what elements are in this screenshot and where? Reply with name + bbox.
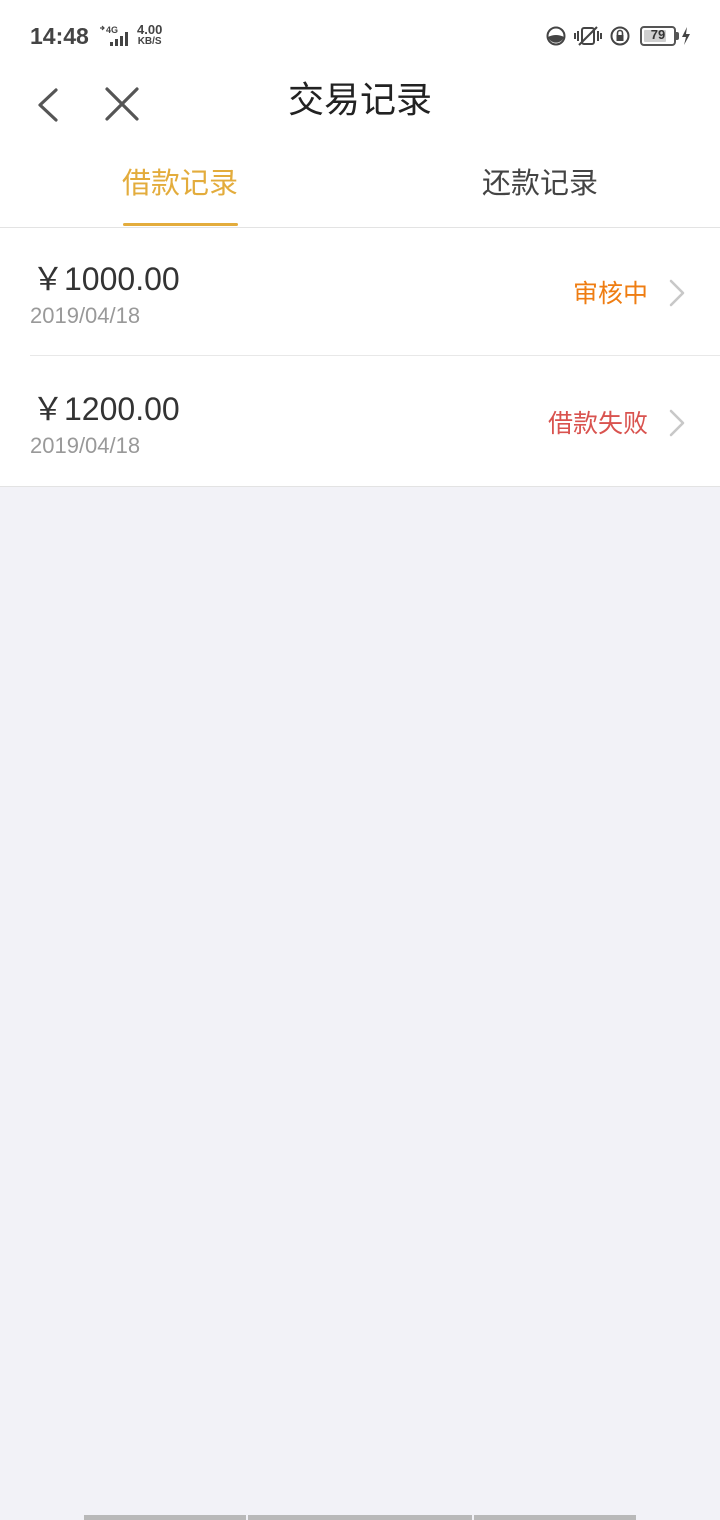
record-amount: ￥1200.00 xyxy=(32,391,180,427)
network-speed: 4.00 KB/S xyxy=(137,22,163,48)
signal-icon: 4G xyxy=(100,25,128,46)
status-time: 14:48 xyxy=(30,23,89,49)
record-tabs: 借款记录 还款记录 xyxy=(0,142,720,228)
status-bar: 14:48 4G 4.00 KB/S 79 xyxy=(0,0,720,72)
navigation-bar: 交易记录 xyxy=(0,72,720,142)
list-item[interactable]: ￥1200.00 2019/04/18 借款失败 xyxy=(0,358,720,486)
record-date: 2019/04/18 xyxy=(30,303,141,328)
data-saver-icon xyxy=(546,26,566,46)
rotation-lock-icon xyxy=(610,26,630,46)
row-divider xyxy=(30,355,720,356)
list-item[interactable]: ￥1000.00 2019/04/18 审核中 xyxy=(0,228,720,356)
network-speed-value: 4.00 xyxy=(137,22,163,37)
record-date: 2019/04/18 xyxy=(30,433,141,458)
record-list: ￥1000.00 2019/04/18 审核中 ￥1200.00 2019/04… xyxy=(0,228,720,487)
charging-icon xyxy=(682,27,690,45)
network-speed-unit: KB/S xyxy=(137,36,162,47)
vibrate-icon xyxy=(574,26,602,46)
home-indicator-segment xyxy=(474,1515,636,1520)
home-indicator-segment xyxy=(248,1515,472,1520)
chevron-right-icon xyxy=(669,409,685,437)
record-amount: ￥1000.00 xyxy=(32,261,180,297)
active-tab-indicator xyxy=(123,223,238,226)
battery-cap xyxy=(676,32,679,40)
battery-icon: 79 xyxy=(640,26,676,46)
chevron-right-icon xyxy=(669,279,685,307)
battery-level: 79 xyxy=(650,27,666,42)
record-status: 借款失败 xyxy=(547,409,648,438)
page-title: 交易记录 xyxy=(287,80,432,121)
home-indicator-segment xyxy=(84,1515,246,1520)
record-status: 审核中 xyxy=(572,279,648,308)
network-type-label: 4G xyxy=(106,25,118,35)
tab-borrow-records[interactable]: 借款记录 xyxy=(0,142,360,226)
tab-repay-records[interactable]: 还款记录 xyxy=(360,142,720,226)
